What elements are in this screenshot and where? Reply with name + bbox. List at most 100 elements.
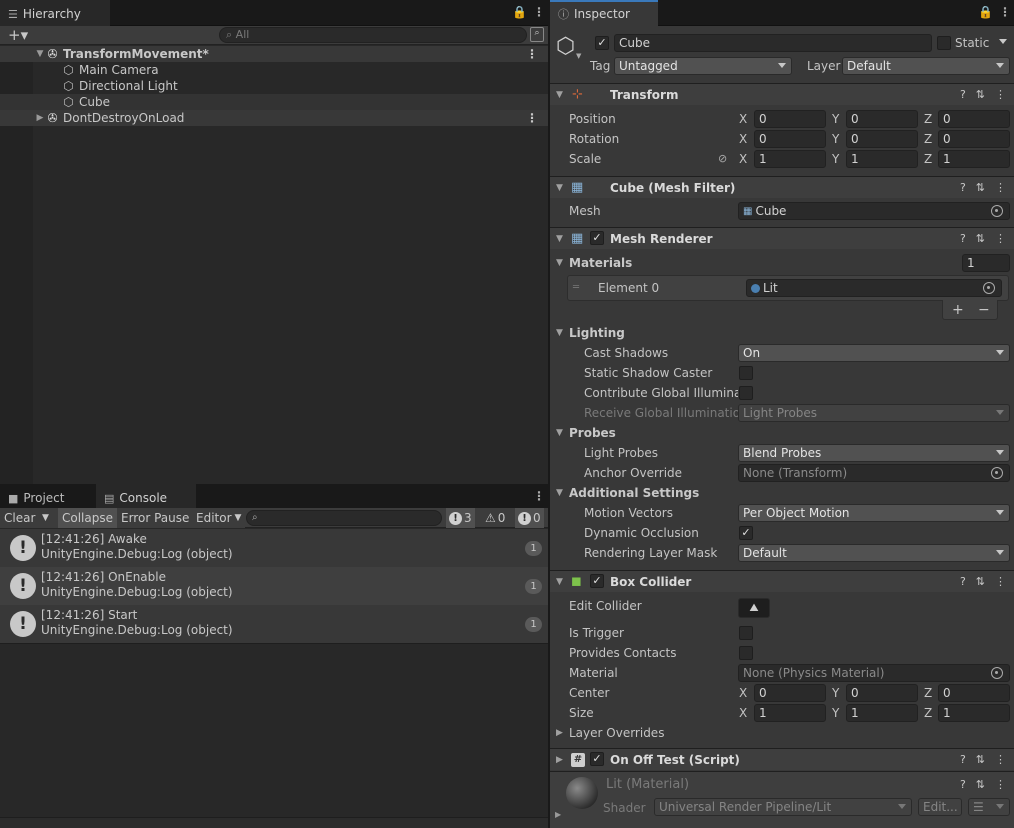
kebab-icon[interactable]: ⋮ xyxy=(526,47,538,61)
fold-arrow-icon[interactable]: ▼ xyxy=(556,328,563,338)
presets-icon[interactable]: ⇅ xyxy=(976,88,985,101)
static-checkbox[interactable] xyxy=(937,36,951,50)
is-trigger-checkbox[interactable] xyxy=(739,626,753,640)
script-header[interactable]: ▶ # ✓ On Off Test (Script) ? ⇅ ⋮ xyxy=(550,748,1014,770)
position-x-field[interactable]: 0 xyxy=(754,110,826,128)
presets-icon[interactable]: ⇅ xyxy=(976,778,985,791)
kebab-icon[interactable]: ⋮ xyxy=(995,88,1006,101)
size-z-field[interactable]: 1 xyxy=(938,704,1010,722)
hierarchy-row-cube[interactable]: ⬡ Cube xyxy=(0,94,548,110)
help-icon[interactable]: ? xyxy=(960,88,966,101)
constrain-proportions-icon[interactable]: ⊘ xyxy=(718,152,727,165)
tag-dropdown[interactable]: Untagged xyxy=(614,57,792,75)
presets-icon[interactable]: ⇅ xyxy=(976,181,985,194)
hierarchy-search-input[interactable]: ⌕ All xyxy=(219,27,527,43)
panel-divider[interactable] xyxy=(548,0,550,828)
kebab-icon[interactable]: ⋮ xyxy=(995,753,1006,766)
collider-material-field[interactable]: None (Physics Material) xyxy=(738,664,1010,682)
error-pause-button[interactable]: Error Pause xyxy=(117,508,194,528)
error-count-toggle[interactable]: ! 0 xyxy=(515,508,544,528)
console-splitter[interactable] xyxy=(0,817,548,828)
log-entry[interactable]: ! [12:41:26] Start UnityEngine.Debug:Log… xyxy=(0,605,548,643)
log-entry[interactable]: ! [12:41:26] Awake UnityEngine.Debug:Log… xyxy=(0,529,548,567)
mesh-renderer-header[interactable]: ▼ ▦ ✓ Mesh Renderer ? ⇅ ⋮ xyxy=(550,227,1014,249)
active-checkbox[interactable]: ✓ xyxy=(595,36,609,50)
collapse-arrow-icon[interactable]: ▶ xyxy=(555,810,561,819)
box-collider-enabled-checkbox[interactable]: ✓ xyxy=(590,574,604,588)
log-entry[interactable]: ! [12:41:26] OnEnable UnityEngine.Debug:… xyxy=(0,567,548,605)
fold-arrow-icon[interactable]: ▼ xyxy=(556,428,563,438)
fold-arrow-icon[interactable]: ▼ xyxy=(556,488,563,498)
collapse-arrow-icon[interactable]: ▶ xyxy=(34,113,46,123)
materials-count-field[interactable]: 1 xyxy=(962,254,1010,272)
contribute-gi-checkbox[interactable] xyxy=(739,386,753,400)
center-x-field[interactable]: 0 xyxy=(754,684,826,702)
editor-dropdown[interactable]: Editor ▼ xyxy=(192,508,246,528)
kebab-icon[interactable]: ⋮ xyxy=(533,5,545,19)
tab-hierarchy[interactable]: ☰ Hierarchy xyxy=(0,0,110,26)
scale-z-field[interactable]: 1 xyxy=(938,150,1010,168)
probes-label[interactable]: Probes xyxy=(569,426,616,440)
position-y-field[interactable]: 0 xyxy=(846,110,918,128)
hierarchy-row-dontdestroy[interactable]: ▶ ✇ DontDestroyOnLoad ⋮ xyxy=(0,110,548,126)
tab-console[interactable]: ▤ Console xyxy=(96,484,196,510)
mesh-renderer-enabled-checkbox[interactable]: ✓ xyxy=(590,231,604,245)
lock-icon[interactable]: 🔒 xyxy=(978,5,993,19)
hierarchy-row-scene[interactable]: ▼ ✇ TransformMovement* ⋮ xyxy=(0,46,548,62)
layer-overrides-label[interactable]: Layer Overrides xyxy=(569,726,664,740)
help-icon[interactable]: ? xyxy=(960,753,966,766)
box-collider-header[interactable]: ▼ ◼ ✓ Box Collider ? ⇅ ⋮ xyxy=(550,570,1014,592)
rotation-x-field[interactable]: 0 xyxy=(754,130,826,148)
expand-arrow-icon[interactable]: ▼ xyxy=(34,49,46,59)
edit-collider-button[interactable]: ⛰ xyxy=(738,598,770,618)
clear-button[interactable]: Clear xyxy=(0,508,41,528)
kebab-icon[interactable]: ⋮ xyxy=(995,181,1006,194)
edit-shader-button[interactable]: Edit... xyxy=(918,798,962,816)
help-icon[interactable]: ? xyxy=(960,778,966,791)
drag-handle-icon[interactable]: ═ xyxy=(573,282,579,293)
kebab-icon[interactable]: ⋮ xyxy=(526,111,538,125)
additional-settings-label[interactable]: Additional Settings xyxy=(569,486,699,500)
help-icon[interactable]: ? xyxy=(960,232,966,245)
remove-element-button[interactable]: − xyxy=(978,302,990,318)
object-picker-icon[interactable] xyxy=(991,467,1003,479)
console-search-input[interactable]: ⌕ xyxy=(246,510,442,526)
rendering-layer-mask-dropdown[interactable]: Default xyxy=(738,544,1010,562)
hierarchy-row-main-camera[interactable]: ⬡ Main Camera xyxy=(0,62,548,78)
add-icon[interactable]: +▾ xyxy=(8,26,28,44)
scale-x-field[interactable]: 1 xyxy=(754,150,826,168)
presets-icon[interactable]: ⇅ xyxy=(976,232,985,245)
provides-contacts-checkbox[interactable] xyxy=(739,646,753,660)
clear-options-dropdown[interactable]: ▼ xyxy=(38,508,58,528)
object-picker-icon[interactable] xyxy=(983,282,995,294)
mesh-filter-header[interactable]: ▼ ▦ Cube (Mesh Filter) ? ⇅ ⋮ xyxy=(550,176,1014,198)
fold-arrow-icon[interactable]: ▼ xyxy=(556,258,563,268)
layer-dropdown[interactable]: Default xyxy=(842,57,1010,75)
position-z-field[interactable]: 0 xyxy=(938,110,1010,128)
fold-arrow-icon[interactable]: ▼ xyxy=(556,577,563,587)
object-name-field[interactable]: Cube xyxy=(614,34,932,52)
fold-arrow-icon[interactable]: ▼ xyxy=(556,90,563,100)
fold-arrow-icon[interactable]: ▼ xyxy=(556,183,563,193)
warning-count-toggle[interactable]: ⚠ 0 xyxy=(482,508,508,528)
transform-header[interactable]: ▼ ⊹ Transform ? ⇅ ⋮ xyxy=(550,83,1014,105)
cast-shadows-dropdown[interactable]: On xyxy=(738,344,1010,362)
collapse-arrow-icon[interactable]: ▶ xyxy=(556,728,563,738)
shader-dropdown[interactable]: Universal Render Pipeline/Lit xyxy=(654,798,912,816)
center-z-field[interactable]: 0 xyxy=(938,684,1010,702)
center-y-field[interactable]: 0 xyxy=(846,684,918,702)
help-icon[interactable]: ? xyxy=(960,575,966,588)
lighting-label[interactable]: Lighting xyxy=(569,326,625,340)
scale-y-field[interactable]: 1 xyxy=(846,150,918,168)
help-icon[interactable]: ? xyxy=(960,181,966,194)
object-picker-icon[interactable] xyxy=(991,667,1003,679)
fold-arrow-icon[interactable]: ▼ xyxy=(556,234,563,244)
presets-icon[interactable]: ⇅ xyxy=(976,753,985,766)
object-picker-icon[interactable] xyxy=(991,205,1003,217)
hierarchy-row-directional-light[interactable]: ⬡ Directional Light xyxy=(0,78,548,94)
dynamic-occlusion-checkbox[interactable]: ✓ xyxy=(739,526,753,540)
lock-icon[interactable]: 🔒 xyxy=(512,5,527,19)
rotation-z-field[interactable]: 0 xyxy=(938,130,1010,148)
kebab-icon[interactable]: ⋮ xyxy=(999,5,1011,19)
size-x-field[interactable]: 1 xyxy=(754,704,826,722)
